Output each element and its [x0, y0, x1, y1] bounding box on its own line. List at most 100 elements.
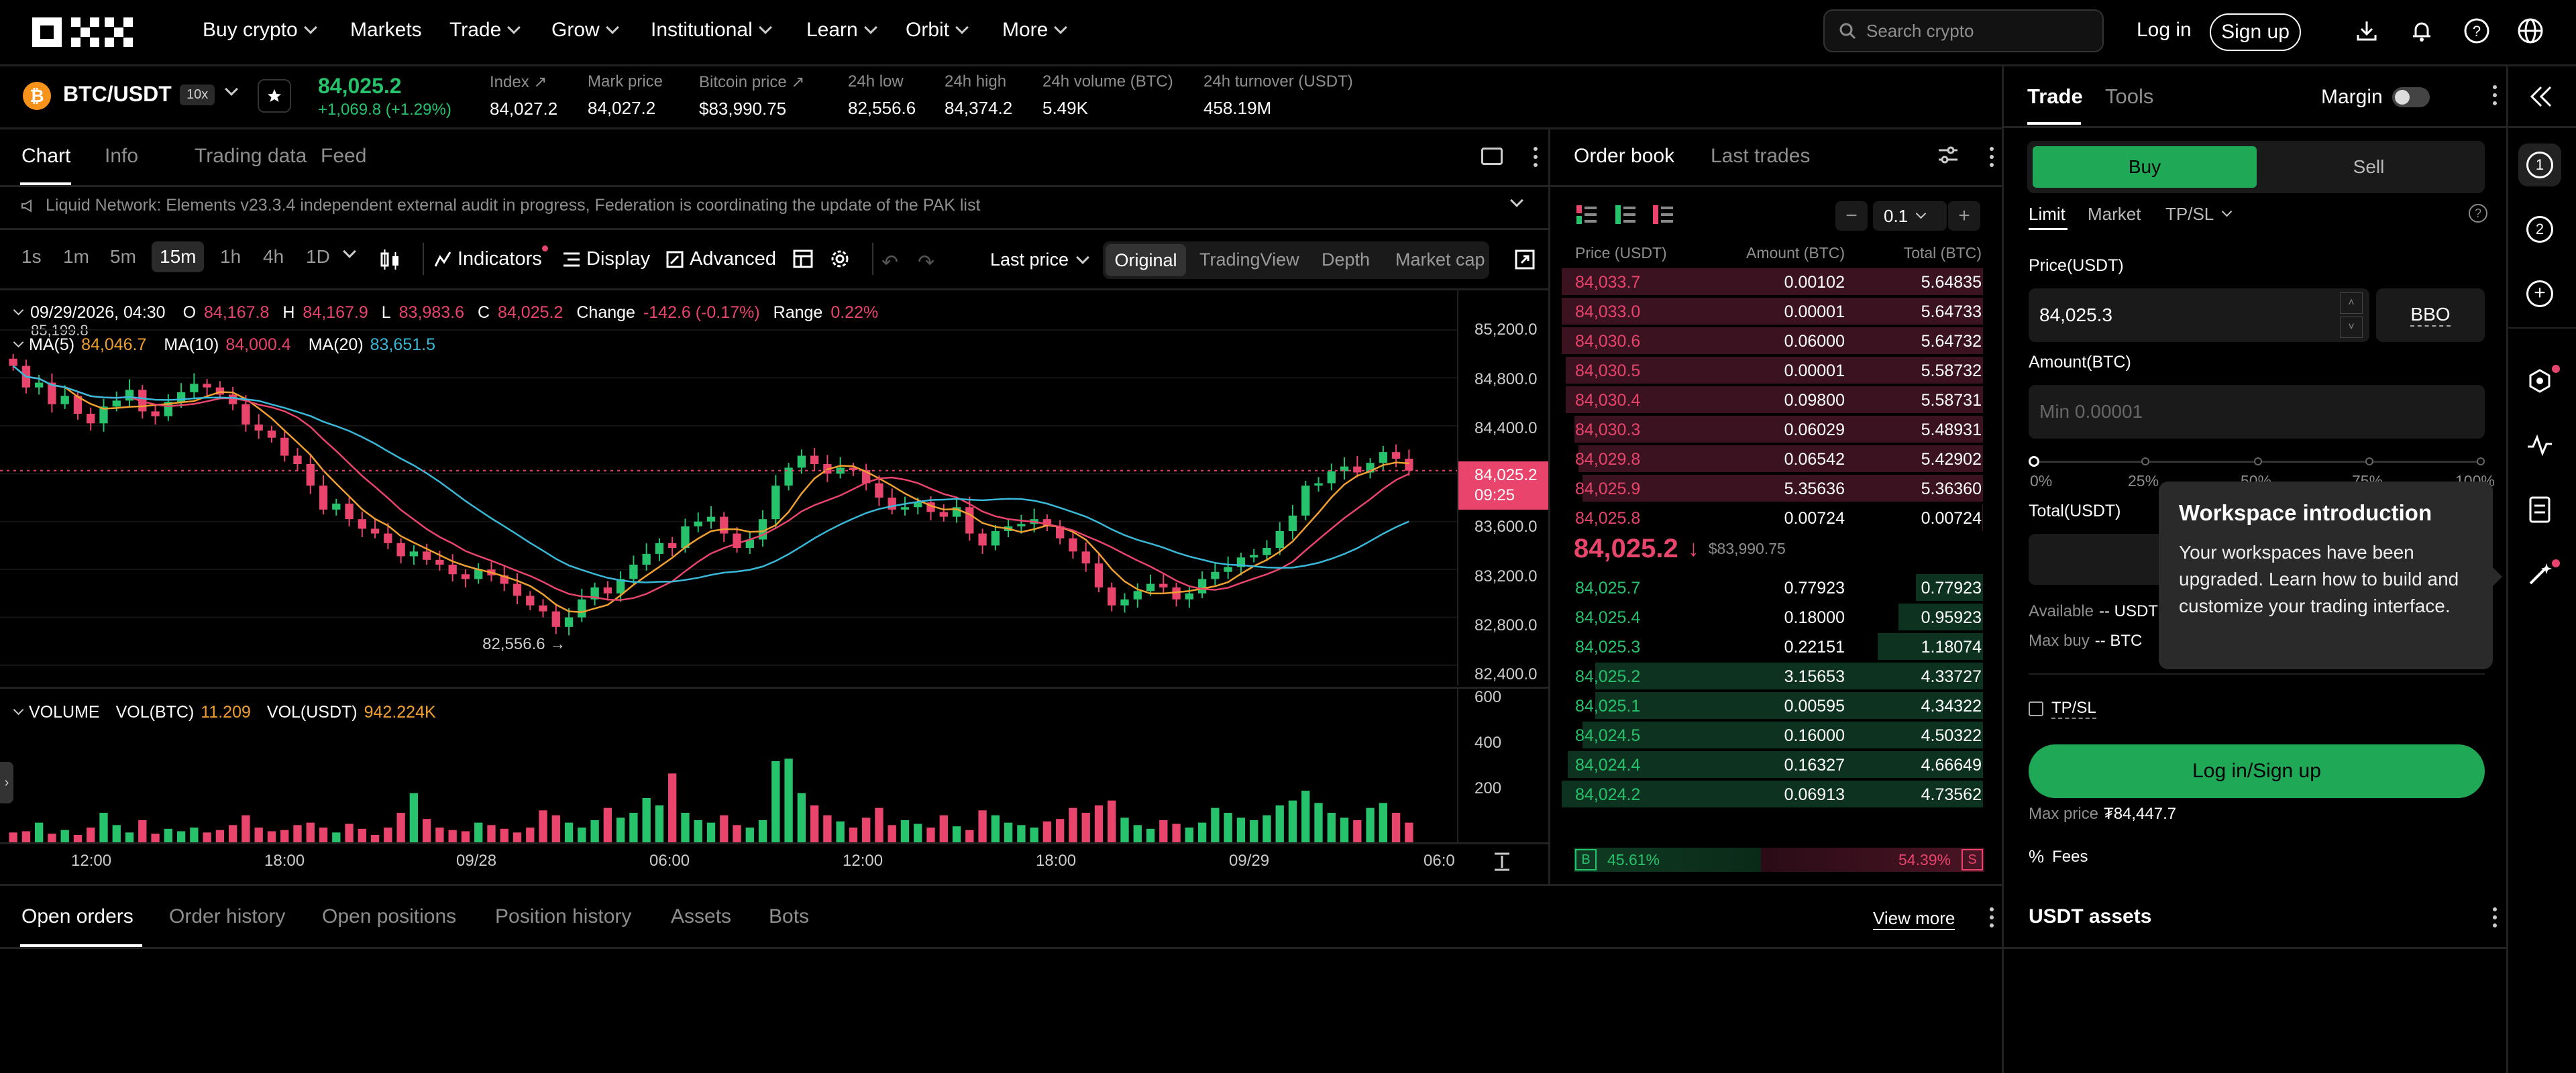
step-select[interactable]: 0.1 — [1873, 201, 1947, 231]
buy-tab-button[interactable]: Buy — [2033, 146, 2257, 188]
slider-stop[interactable] — [2141, 457, 2149, 465]
price-decrement-icon[interactable]: ˅ — [2340, 317, 2363, 338]
timeframe-15m[interactable]: 15m — [152, 241, 205, 272]
view-market-cap[interactable]: Market cap — [1395, 249, 1485, 270]
timeframe-1d[interactable]: 1D — [306, 246, 330, 268]
step-decrease-button[interactable]: − — [1835, 201, 1868, 231]
tab-order-history[interactable]: Order history — [169, 905, 285, 928]
more-vertical-icon[interactable] — [1534, 146, 1538, 168]
more-vertical-icon[interactable] — [2493, 84, 2497, 106]
tab-chart[interactable]: Chart — [21, 145, 70, 168]
order-type-tpsl[interactable]: TP/SL — [2165, 204, 2233, 225]
slider-stop[interactable] — [2254, 457, 2262, 465]
more-vertical-icon[interactable] — [1990, 907, 1994, 928]
advanced-button[interactable]: Advanced — [665, 248, 776, 270]
timeframe-1s[interactable]: 1s — [21, 246, 42, 268]
tab-assets[interactable]: Assets — [671, 905, 731, 928]
timeframe-4h[interactable]: 4h — [263, 246, 284, 268]
okx-logo[interactable] — [32, 17, 140, 47]
view-depth[interactable]: Depth — [1322, 249, 1370, 270]
timeframe-5m[interactable]: 5m — [110, 246, 136, 268]
price-increment-icon[interactable]: ˄ — [2340, 292, 2363, 314]
undo-icon[interactable]: ↶ — [881, 251, 898, 274]
external-link-icon[interactable]: ↗ — [791, 73, 804, 91]
ask-row[interactable]: 84,033.7 0.00102 5.64835 — [1562, 267, 1983, 296]
view-original[interactable]: Original — [1106, 244, 1186, 276]
more-vertical-icon[interactable] — [2493, 907, 2497, 928]
tab-trade[interactable]: Trade — [2027, 84, 2083, 109]
tab-order-book[interactable]: Order book — [1574, 145, 1674, 168]
tab-info[interactable]: Info — [105, 145, 138, 168]
signup-button[interactable]: Sign up — [2210, 13, 2301, 51]
price-chart[interactable]: 82,556.6 → — [0, 290, 1457, 685]
login-signup-button[interactable]: Log in/Sign up — [2029, 744, 2485, 798]
tab-tools[interactable]: Tools — [2105, 84, 2153, 109]
chevron-down-icon[interactable] — [343, 245, 356, 258]
collapse-panel-icon[interactable] — [2528, 84, 2555, 109]
expand-icon[interactable] — [1515, 249, 1535, 270]
pulse-icon[interactable] — [2518, 424, 2561, 467]
indicators-button[interactable]: Indicators — [433, 248, 542, 270]
slider-stop[interactable] — [2477, 457, 2485, 465]
collapse-handle[interactable]: › — [0, 762, 13, 803]
display-button[interactable]: Display — [562, 248, 650, 270]
price-input[interactable]: 84,025.3 ˄ ˅ — [2029, 288, 2369, 342]
fees-link[interactable]: % Fees — [2029, 846, 2088, 867]
template-icon[interactable] — [793, 249, 813, 268]
slider-stop[interactable] — [2365, 457, 2373, 465]
ask-row[interactable]: 84,030.4 0.09800 5.58731 — [1562, 385, 1983, 414]
view-tradingview[interactable]: TradingView — [1199, 249, 1299, 270]
bid-row[interactable]: 84,025.3 0.22151 1.18074 — [1562, 632, 1983, 661]
document-icon[interactable] — [2518, 488, 2561, 531]
timeframe-1h[interactable]: 1h — [220, 246, 241, 268]
ask-row[interactable]: 84,033.0 0.00001 5.64733 — [1562, 296, 1983, 326]
step-increase-button[interactable]: + — [1948, 201, 1980, 231]
bid-row[interactable]: 84,025.1 0.00595 4.34322 — [1562, 691, 1983, 720]
layout-icon[interactable] — [1481, 148, 1503, 165]
order-type-limit[interactable]: Limit — [2029, 204, 2065, 225]
timeframe-1m[interactable]: 1m — [63, 246, 89, 268]
settings-gear-icon[interactable] — [829, 248, 851, 270]
nav-learn[interactable]: Learn — [806, 19, 877, 42]
bid-row[interactable]: 84,024.4 0.16327 4.66649 — [1562, 750, 1983, 779]
more-vertical-icon[interactable] — [1990, 146, 1994, 168]
nav-more[interactable]: More — [1002, 19, 1068, 42]
help-icon[interactable]: ? — [2463, 17, 2490, 44]
notice-bar[interactable]: Liquid Network: Elements v23.3.4 indepen… — [20, 196, 980, 215]
ask-row[interactable]: 84,029.8 0.06542 5.42902 — [1562, 444, 1983, 473]
candle-type-icon[interactable] — [380, 249, 401, 270]
ask-row[interactable]: 84,030.6 0.06000 5.64732 — [1562, 326, 1983, 355]
tab-trading-data[interactable]: Trading data — [195, 145, 307, 168]
search-input[interactable]: Search crypto — [1823, 9, 2104, 52]
bid-row[interactable]: 84,024.5 0.16000 4.50322 — [1562, 720, 1983, 750]
bid-row[interactable]: 84,025.4 0.18000 0.95923 — [1562, 602, 1983, 632]
bid-row[interactable]: 84,025.2 3.15653 4.33727 — [1562, 661, 1983, 691]
redo-icon[interactable]: ↷ — [918, 251, 934, 274]
nav-orbit[interactable]: Orbit — [906, 19, 969, 42]
nav-grow[interactable]: Grow — [551, 19, 619, 42]
book-view-asks-icon[interactable] — [1653, 205, 1673, 224]
tab-open-positions[interactable]: Open positions — [322, 905, 456, 928]
ask-row[interactable]: 84,030.5 0.00001 5.58732 — [1562, 355, 1983, 385]
add-workspace-icon[interactable]: + — [2518, 272, 2561, 315]
bbo-button[interactable]: BBO — [2376, 288, 2485, 342]
tab-position-history[interactable]: Position history — [495, 905, 631, 928]
margin-toggle[interactable] — [2392, 87, 2430, 107]
tab-last-trades[interactable]: Last trades — [1711, 145, 1810, 168]
ask-row[interactable]: 84,030.3 0.06029 5.48931 — [1562, 414, 1983, 444]
filter-settings-icon[interactable] — [1937, 145, 1959, 165]
nav-buy-crypto[interactable]: Buy crypto — [203, 19, 317, 42]
info-icon[interactable]: ? — [2469, 204, 2487, 223]
bid-row[interactable]: 84,024.2 0.06913 4.73562 — [1562, 779, 1983, 809]
view-more-link[interactable]: View more — [1873, 908, 1955, 930]
tab-open-orders[interactable]: Open orders — [21, 905, 133, 928]
nav-markets[interactable]: Markets — [350, 19, 422, 42]
last-price-select[interactable]: Last price — [990, 249, 1089, 270]
tpsl-checkbox[interactable]: TP/SL — [2029, 699, 2096, 719]
auto-scale-icon[interactable] — [1493, 852, 1511, 872]
pair-name[interactable]: BTC/USDT — [63, 82, 172, 107]
chevron-down-icon[interactable] — [1510, 194, 1523, 207]
login-link[interactable]: Log in — [2137, 19, 2192, 42]
external-link-icon[interactable]: ↗ — [533, 73, 547, 91]
order-type-market[interactable]: Market — [2088, 204, 2141, 225]
